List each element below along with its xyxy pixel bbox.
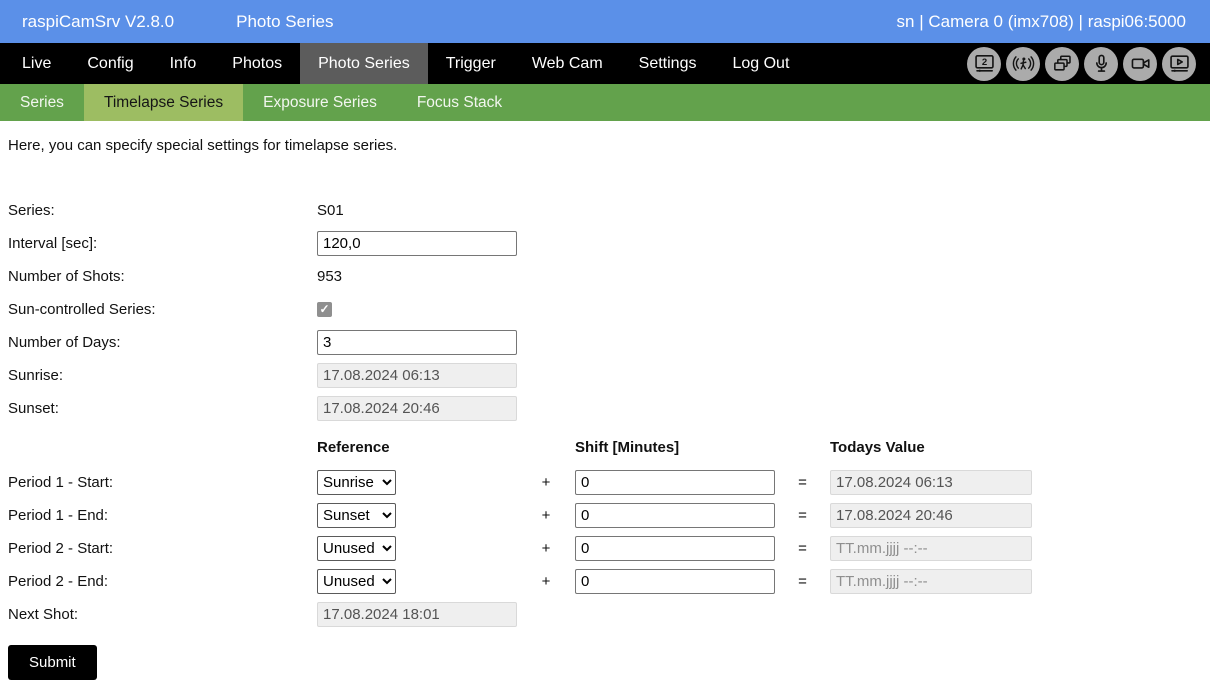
period2-end-shift-input[interactable] (575, 569, 775, 594)
submit-button[interactable]: Submit (8, 645, 97, 680)
next-shot-value (317, 602, 517, 627)
shots-label: Number of Shots: (8, 268, 125, 285)
sunrise-row: Sunrise: (8, 363, 1210, 388)
sunset-value (317, 396, 517, 421)
tab-exposure-series[interactable]: Exposure Series (243, 84, 397, 121)
period1-end-shift-input[interactable] (575, 503, 775, 528)
nav-icon-group: 2 (967, 43, 1210, 84)
nav-item-web-cam[interactable]: Web Cam (514, 43, 621, 84)
period2-start-shift-input[interactable] (575, 536, 775, 561)
interval-row: Interval [sec]: (8, 231, 1210, 256)
nav-item-settings[interactable]: Settings (621, 43, 715, 84)
series-label: Series: (8, 202, 55, 219)
equals-sign: = (798, 540, 807, 557)
shots-value: 953 (317, 268, 343, 285)
series-row: Series: S01 (8, 198, 1210, 223)
microphone-icon[interactable] (1084, 46, 1118, 81)
sunset-row: Sunset: (8, 396, 1210, 421)
next-shot-row: Next Shot: (8, 602, 1210, 627)
period2-end-row: Period 2 - End: Unused + = (8, 569, 1210, 594)
connection-status: sn | Camera 0 (imx708) | raspi06:5000 (896, 11, 1186, 31)
timelapse-form: Here, you can specify special settings f… (0, 121, 1210, 680)
top-bar: raspiCamSrv V2.8.0 Photo Series sn | Cam… (0, 0, 1210, 43)
video-player-icon[interactable] (1162, 46, 1196, 81)
motion-detection-icon[interactable] (1006, 46, 1040, 81)
display-2-icon[interactable]: 2 (967, 46, 1001, 81)
nav-item-photos[interactable]: Photos (214, 43, 300, 84)
period1-end-row: Period 1 - End: Sunset + = (8, 503, 1210, 528)
shots-row: Number of Shots: 953 (8, 264, 1210, 289)
sunrise-label: Sunrise: (8, 367, 64, 384)
sun-controlled-label: Sun-controlled Series: (8, 301, 156, 318)
svg-text:2: 2 (981, 57, 986, 68)
period2-end-reference-select[interactable]: Unused (317, 569, 396, 594)
main-nav: Live Config Info Photos Photo Series Tri… (0, 43, 1210, 84)
shift-column-header: Shift [Minutes] (575, 439, 680, 456)
period1-start-row: Period 1 - Start: Sunrise + = (8, 470, 1210, 495)
tab-series[interactable]: Series (0, 84, 84, 121)
nav-item-info[interactable]: Info (152, 43, 215, 84)
equals-sign: = (798, 573, 807, 590)
interval-label: Interval [sec]: (8, 235, 98, 252)
tab-focus-stack[interactable]: Focus Stack (397, 84, 522, 121)
days-input[interactable] (317, 330, 517, 355)
period2-end-todays-value (830, 569, 1032, 594)
page-description: Here, you can specify special settings f… (8, 137, 398, 154)
days-label: Number of Days: (8, 334, 121, 351)
period2-end-label: Period 2 - End: (8, 573, 109, 590)
period2-start-row: Period 2 - Start: Unused + = (8, 536, 1210, 561)
next-shot-label: Next Shot: (8, 606, 79, 623)
sunset-label: Sunset: (8, 400, 59, 417)
period1-start-todays-value (830, 470, 1032, 495)
video-camera-icon[interactable] (1123, 46, 1157, 81)
days-row: Number of Days: (8, 330, 1210, 355)
todays-value-column-header: Todays Value (830, 439, 925, 456)
tab-timelapse-series[interactable]: Timelapse Series (83, 84, 244, 121)
equals-sign: = (798, 507, 807, 524)
period2-start-reference-select[interactable]: Unused (317, 536, 396, 561)
page-title: Photo Series (236, 11, 334, 31)
period1-end-reference-select[interactable]: Sunset (317, 503, 396, 528)
period-header-row: Reference Shift [Minutes] Todays Value (8, 435, 1210, 460)
sub-nav: Series Timelapse Series Exposure Series … (0, 84, 1210, 121)
interval-input[interactable] (317, 231, 517, 256)
equals-sign: = (798, 474, 807, 491)
period1-start-label: Period 1 - Start: (8, 474, 114, 491)
sun-controlled-checkbox[interactable]: ✓ (317, 302, 332, 317)
sunrise-value (317, 363, 517, 388)
reference-column-header: Reference (317, 439, 390, 456)
period1-start-reference-select[interactable]: Sunrise (317, 470, 396, 495)
period2-start-todays-value (830, 536, 1032, 561)
period1-start-shift-input[interactable] (575, 470, 775, 495)
period2-start-label: Period 2 - Start: (8, 540, 114, 557)
nav-item-config[interactable]: Config (69, 43, 151, 84)
series-value: S01 (317, 202, 344, 219)
plus-sign: + (541, 573, 551, 590)
period1-end-todays-value (830, 503, 1032, 528)
photo-series-icon[interactable] (1045, 46, 1079, 81)
nav-item-live[interactable]: Live (0, 43, 69, 84)
app-title: raspiCamSrv V2.8.0 (22, 11, 175, 31)
period1-end-label: Period 1 - End: (8, 507, 109, 524)
plus-sign: + (541, 507, 551, 524)
plus-sign: + (541, 540, 551, 557)
nav-item-photo-series[interactable]: Photo Series (300, 43, 428, 84)
nav-item-log-out[interactable]: Log Out (714, 43, 807, 84)
sun-controlled-row: Sun-controlled Series: ✓ (8, 297, 1210, 322)
plus-sign: + (541, 474, 551, 491)
nav-item-trigger[interactable]: Trigger (428, 43, 514, 84)
